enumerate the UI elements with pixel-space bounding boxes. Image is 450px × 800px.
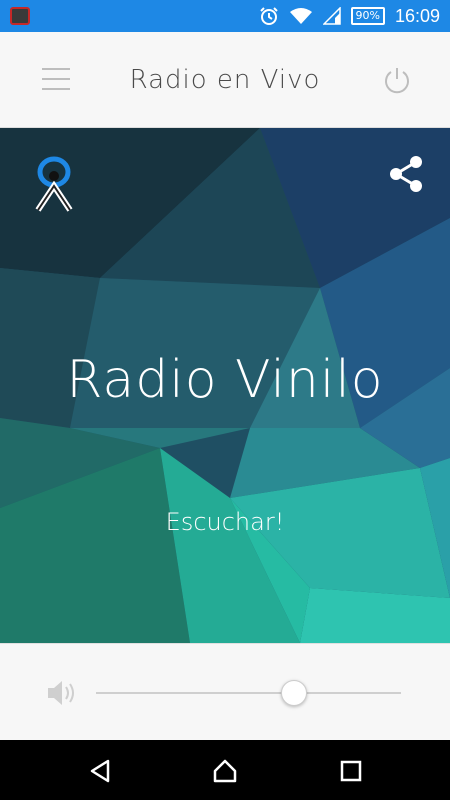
- clock: 16:09: [394, 5, 440, 26]
- status-bar: 90% 16:09: [0, 0, 450, 32]
- battery-icon: 90%: [350, 7, 385, 25]
- recents-icon[interactable]: [338, 758, 364, 784]
- menu-icon[interactable]: [42, 68, 70, 90]
- wifi-icon: [289, 8, 312, 24]
- volume-controls: [0, 643, 450, 740]
- share-icon[interactable]: [386, 154, 426, 194]
- volume-slider-thumb[interactable]: [281, 680, 308, 706]
- volume-icon: [48, 681, 74, 705]
- status-icons: 90% 16:09: [259, 5, 440, 27]
- listen-button[interactable]: Escuchar!: [150, 508, 300, 536]
- hero-panel: Radio Vinilo Escuchar!: [0, 128, 450, 643]
- station-logo-icon[interactable]: [32, 156, 76, 212]
- power-icon[interactable]: [382, 65, 412, 95]
- page-title: Radio en Vivo: [129, 64, 321, 95]
- station-name: Radio Vinilo: [66, 350, 384, 410]
- home-icon[interactable]: [212, 758, 238, 784]
- app-notification-icon: [10, 7, 30, 25]
- back-icon[interactable]: [87, 758, 113, 784]
- alarm-icon: [259, 7, 278, 25]
- navigation-bar: [0, 740, 450, 800]
- volume-slider[interactable]: [96, 680, 401, 706]
- signal-icon: [322, 7, 341, 25]
- app-bar: Radio en Vivo: [0, 32, 450, 128]
